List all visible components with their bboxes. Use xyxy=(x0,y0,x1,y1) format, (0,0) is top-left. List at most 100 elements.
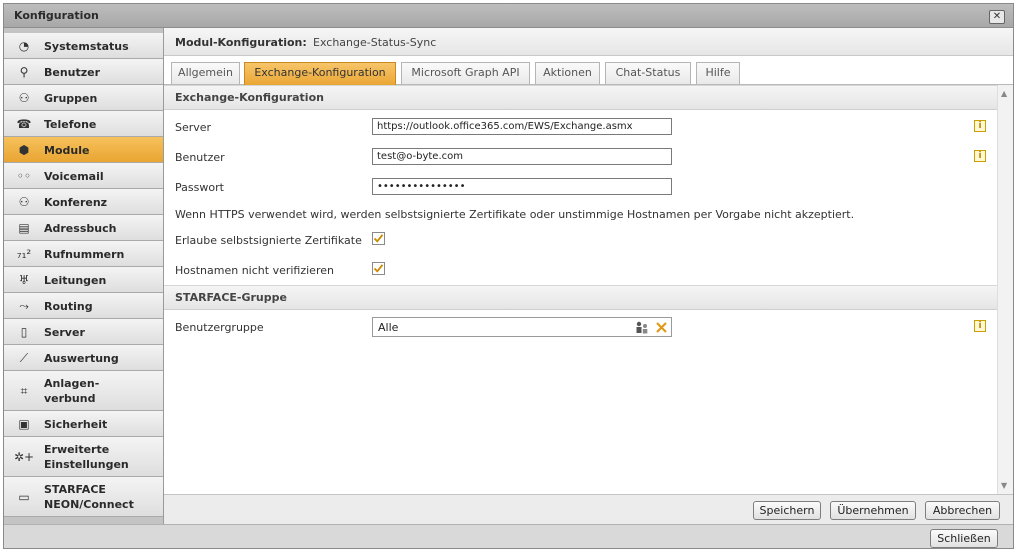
server-info-icon[interactable]: i xyxy=(974,120,986,132)
module-box-icon: ⬢ xyxy=(18,143,30,157)
sidebar-item-rufnummern[interactable]: ₇₁² Rufnummern xyxy=(4,241,163,267)
breadcrumb-label: Modul-Konfiguration: xyxy=(175,36,307,49)
sidebar-item-label: Module xyxy=(44,144,90,157)
sidebar-item-label: STARFACE NEON/Connect xyxy=(44,483,134,511)
user-group-value: Alle xyxy=(378,321,399,334)
title-bar: Konfiguration ✕ xyxy=(4,4,1013,28)
sidebar-item-label: Benutzer xyxy=(44,66,101,79)
tab-exchange-konfiguration[interactable]: Exchange-Konfiguration xyxy=(244,62,396,85)
section-starface-group-title: STARFACE-Gruppe xyxy=(175,291,287,304)
user-label: Benutzer xyxy=(175,151,225,164)
sidebar-item-label: Gruppen xyxy=(44,92,98,105)
checkmark-icon xyxy=(373,264,384,273)
sidebar-item-anlagen[interactable]: ⌗ Anlagen- verbund xyxy=(4,371,163,411)
sidebar-item-label: Voicemail xyxy=(44,170,104,183)
group-picker-icon[interactable] xyxy=(635,321,649,334)
sidebar-item-label: Adressbuch xyxy=(44,222,117,235)
breadcrumb: Modul-Konfiguration: Exchange-Status-Syn… xyxy=(164,28,1013,56)
sidebar-item-label: Rufnummern xyxy=(44,248,125,261)
sidebar-item-gruppen[interactable]: ⚇ Gruppen xyxy=(4,85,163,111)
window-footer: Schließen xyxy=(4,524,1013,548)
tab-content: Exchange-Konfiguration Server https://ou… xyxy=(164,85,1013,494)
sidebar-item-systemstatus[interactable]: ◔ Systemstatus xyxy=(4,33,163,59)
content-scrollbar[interactable]: ▲ ▼ xyxy=(997,85,1013,494)
sidebar-item-label: Sicherheit xyxy=(44,418,108,431)
user-group-selector[interactable]: Alle xyxy=(372,317,672,337)
sidebar-item-benutzer[interactable]: ⚲ Benutzer xyxy=(4,59,163,85)
action-bar: Speichern Übernehmen Abbrechen xyxy=(164,494,1013,524)
server-label: Server xyxy=(175,121,212,134)
sidebar-item-module[interactable]: ⬢ Module xyxy=(4,137,163,163)
tab-aktionen[interactable]: Aktionen xyxy=(535,62,600,84)
conference-icon: ⚇ xyxy=(18,195,30,209)
sidebar-item-label: Systemstatus xyxy=(44,40,129,53)
window-title: Konfiguration xyxy=(14,9,99,22)
scroll-down-icon[interactable]: ▼ xyxy=(1001,481,1007,490)
tab-microsoft-graph-api[interactable]: Microsoft Graph API xyxy=(401,62,530,84)
user-group-info-icon[interactable]: i xyxy=(974,320,986,332)
routing-icon: ⤳ xyxy=(19,298,29,313)
no-verify-checkbox[interactable] xyxy=(372,262,385,275)
sidebar-item-auswertung[interactable]: ⟋ Auswertung xyxy=(4,345,163,371)
sidebar-item-erweiterte[interactable]: ✲+ Erweiterte Einstellungen xyxy=(4,437,163,477)
tab-hilfe[interactable]: Hilfe xyxy=(696,62,740,84)
section-exchange-title: Exchange-Konfiguration xyxy=(175,91,324,104)
clear-icon[interactable] xyxy=(655,321,668,334)
network-icon: ⌗ xyxy=(20,383,28,398)
no-verify-label: Hostnamen nicht verifizieren xyxy=(175,264,334,277)
tab-chat-status[interactable]: Chat-Status xyxy=(605,62,691,84)
user-input[interactable]: test@o-byte.com xyxy=(372,148,672,165)
sidebar-item-telefone[interactable]: ☎ Telefone xyxy=(4,111,163,137)
sidebar-item-label: Erweiterte Einstellungen xyxy=(44,443,129,471)
sidebar-item-konferenz[interactable]: ⚇ Konferenz xyxy=(4,189,163,215)
close-button[interactable]: Schließen xyxy=(930,529,998,548)
cancel-button[interactable]: Abbrechen xyxy=(925,501,1000,520)
settings-icon: ✲+ xyxy=(13,450,35,464)
sidebar-item-routing[interactable]: ⤳ Routing xyxy=(4,293,163,319)
sidebar-item-label: Konferenz xyxy=(44,196,108,209)
checkmark-icon xyxy=(373,234,384,243)
user-info-icon[interactable]: i xyxy=(974,150,986,162)
breadcrumb-value: Exchange-Status-Sync xyxy=(313,36,437,49)
clock-icon: ◔ xyxy=(18,39,30,53)
addressbook-icon: ▤ xyxy=(18,221,30,235)
tab-bar: Allgemein Exchange-Konfiguration Microso… xyxy=(164,56,1013,85)
sidebar-item-server[interactable]: ▯ Server xyxy=(4,319,163,345)
apply-button[interactable]: Übernehmen xyxy=(830,501,916,520)
sidebar: ◔ Systemstatus ⚲ Benutzer ⚇ Gruppen ☎ Telefone ⬢… xyxy=(4,28,164,524)
password-label: Passwort xyxy=(175,181,224,194)
user-icon: ⚲ xyxy=(19,65,29,79)
sidebar-item-starface[interactable]: ▭ STARFACE NEON/Connect xyxy=(4,477,163,517)
tab-allgemein[interactable]: Allgemein xyxy=(171,62,240,84)
sidebar-item-label: Anlagen- verbund xyxy=(44,377,100,405)
user-group-label: Benutzergruppe xyxy=(175,321,264,334)
server-icon: ▯ xyxy=(20,325,28,339)
sidebar-item-label: Telefone xyxy=(44,118,97,131)
sidebar-item-label: Server xyxy=(44,326,85,339)
sidebar-item-adressbuch[interactable]: ▤ Adressbuch xyxy=(4,215,163,241)
scroll-up-icon[interactable]: ▲ xyxy=(1001,89,1007,98)
sidebar-item-sicherheit[interactable]: ▣ Sicherheit xyxy=(4,411,163,437)
voicemail-icon: ◦◦ xyxy=(16,169,32,183)
chart-icon: ⟋ xyxy=(19,350,29,365)
numbers-icon: ₇₁² xyxy=(16,247,32,261)
save-button[interactable]: Speichern xyxy=(753,501,821,520)
allow-selfsigned-checkbox[interactable] xyxy=(372,232,385,245)
sidebar-item-voicemail[interactable]: ◦◦ Voicemail xyxy=(4,163,163,189)
password-input[interactable]: ••••••••••••••• xyxy=(372,178,672,195)
https-note: Wenn HTTPS verwendet wird, werden selbst… xyxy=(175,208,855,221)
section-starface-group: STARFACE-Gruppe xyxy=(164,285,997,310)
server-input[interactable]: https://outlook.office365.com/EWS/Exchan… xyxy=(372,118,672,135)
lines-icon: ♅ xyxy=(18,273,30,287)
sidebar-item-label: Routing xyxy=(44,300,93,313)
section-exchange: Exchange-Konfiguration xyxy=(164,85,997,110)
sidebar-item-leitungen[interactable]: ♅ Leitungen xyxy=(4,267,163,293)
main-panel: Modul-Konfiguration: Exchange-Status-Syn… xyxy=(164,28,1013,524)
video-icon: ▭ xyxy=(18,490,30,504)
configuration-window: Konfiguration ✕ ◔ Systemstatus ⚲ Benutzer ⚇ G… xyxy=(3,3,1014,549)
group-icon: ⚇ xyxy=(18,91,30,105)
lock-icon: ▣ xyxy=(18,417,30,431)
close-icon[interactable]: ✕ xyxy=(989,10,1005,24)
sidebar-item-label: Auswertung xyxy=(44,352,119,365)
phone-icon: ☎ xyxy=(16,117,32,131)
